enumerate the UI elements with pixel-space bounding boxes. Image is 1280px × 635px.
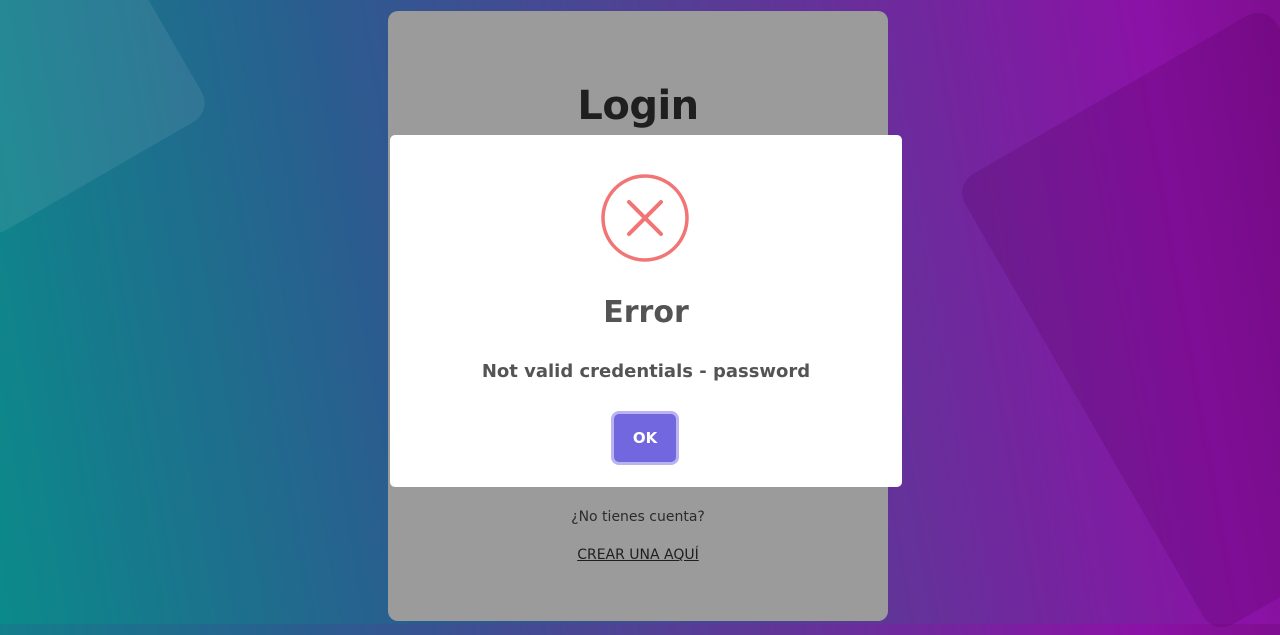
error-dialog: Error Not valid credentials - password O… xyxy=(390,135,902,487)
ok-button[interactable]: OK xyxy=(614,414,676,462)
dialog-title: Error xyxy=(603,295,689,330)
error-x-icon xyxy=(601,174,689,262)
dialog-message: Not valid credentials - password xyxy=(481,361,811,382)
